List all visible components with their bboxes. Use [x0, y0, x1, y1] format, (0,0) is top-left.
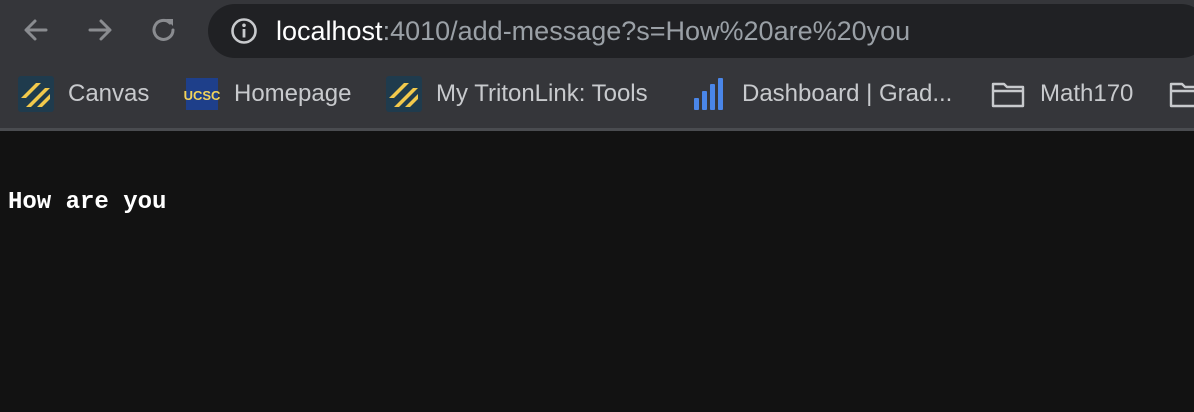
- bookmark-label: Homepage: [234, 80, 352, 107]
- bookmark-label: My TritonLink: Tools: [436, 80, 648, 107]
- arrow-right-icon: [88, 19, 112, 41]
- url-host: localhost: [276, 16, 383, 46]
- address-bar[interactable]: localhost:4010/add-message?s=How%20are%2…: [208, 4, 1194, 58]
- folder-icon: [991, 82, 1025, 108]
- arrow-left-icon: [24, 19, 48, 41]
- message-text: How are you: [8, 189, 167, 216]
- reload-button[interactable]: [144, 10, 184, 50]
- url-text[interactable]: localhost:4010/add-message?s=How%20are%2…: [276, 14, 910, 48]
- canvas-icon: [18, 76, 54, 112]
- reload-icon: [152, 18, 175, 41]
- bookmark-canvas[interactable]: Canvas: [18, 76, 149, 112]
- folder-icon: [1169, 82, 1194, 108]
- browser-toolbar: localhost:4010/add-message?s=How%20are%2…: [0, 0, 1194, 62]
- bookmark-tritonlink[interactable]: My TritonLink: Tools: [386, 76, 648, 112]
- bookmark-label: Dashboard | Grad...: [742, 80, 953, 107]
- bookmark-label: Canvas: [68, 80, 150, 107]
- bookmark-homepage[interactable]: UCSC Homepage: [184, 76, 351, 112]
- bookmark-folder-math170[interactable]: Math170: [990, 76, 1133, 112]
- svg-text:UCSC: UCSC: [184, 88, 220, 103]
- bookmark-dashboard[interactable]: Dashboard | Grad...: [692, 76, 952, 112]
- url-path: :4010/add-message?s=How%20are%20you: [382, 16, 911, 46]
- tritonlink-icon: [386, 76, 422, 112]
- browser-chrome: localhost:4010/add-message?s=How%20are%2…: [0, 0, 1194, 130]
- page-content: How are you: [0, 131, 1194, 412]
- info-icon[interactable]: [230, 17, 258, 45]
- bookmark-label: Math170: [1040, 80, 1134, 107]
- back-button[interactable]: [16, 10, 56, 50]
- forward-button[interactable]: [80, 10, 120, 50]
- gradescope-chart-icon: [694, 78, 723, 110]
- ucsc-icon: UCSC: [184, 78, 220, 110]
- bookmark-folder-overflow[interactable]: [1168, 76, 1194, 112]
- bookmarks-bar: Canvas UCSC Homepage My TritonLink: Tool…: [0, 62, 1194, 128]
